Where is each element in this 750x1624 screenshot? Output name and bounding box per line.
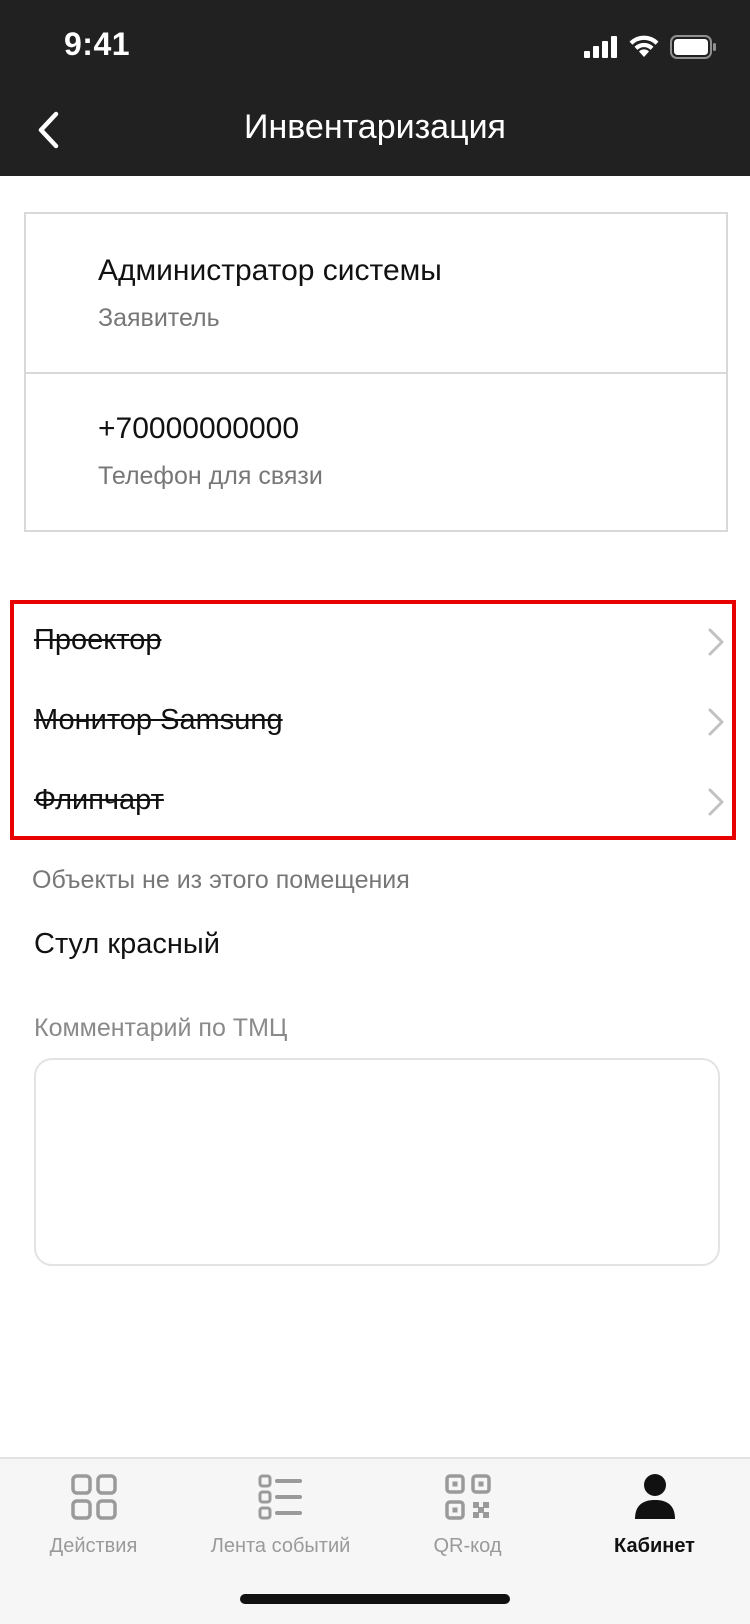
- applicant-label: Заявитель: [98, 304, 220, 332]
- room-item-projector[interactable]: Проектор: [34, 612, 728, 672]
- tab-actions[interactable]: Действия: [0, 1473, 187, 1573]
- room-item-monitor[interactable]: Монитор Samsung: [34, 692, 728, 752]
- cellular-signal-icon: [584, 36, 617, 58]
- applicant-name: Администратор системы: [98, 254, 442, 287]
- home-indicator: [240, 1594, 510, 1604]
- request-info-card: Администратор системы Заявитель +7000000…: [24, 212, 728, 532]
- tab-label: Лента событий: [210, 1535, 351, 1557]
- list-item-label: Флипчарт: [34, 784, 164, 816]
- phone-label: Телефон для связи: [98, 462, 323, 490]
- status-time: 9:41: [64, 26, 131, 62]
- outside-item[interactable]: Стул красный: [34, 928, 220, 961]
- battery-icon: [670, 35, 716, 59]
- status-icons: [584, 32, 716, 62]
- tab-label: Действия: [49, 1535, 138, 1557]
- chevron-right-icon: [708, 628, 724, 656]
- list-item-label: Проектор: [34, 624, 162, 656]
- phone-value: +70000000000: [98, 412, 300, 445]
- top-bar: 9:41 Инвентаризация: [0, 0, 750, 176]
- room-item-flipchart[interactable]: Флипчарт: [34, 772, 728, 832]
- wifi-icon: [629, 35, 659, 57]
- tab-qr-code[interactable]: QR-код: [374, 1473, 561, 1573]
- tab-cabinet[interactable]: Кабинет: [561, 1473, 748, 1573]
- chevron-right-icon: [708, 708, 724, 736]
- user-icon: [634, 1474, 675, 1519]
- applicant-row: Администратор системы Заявитель: [26, 214, 726, 374]
- list-icon: [258, 1474, 302, 1520]
- comment-field[interactable]: [34, 1058, 720, 1266]
- tab-label: Кабинет: [614, 1535, 695, 1557]
- comment-label: Комментарий по ТМЦ: [34, 1014, 288, 1042]
- tab-event-feed[interactable]: Лента событий: [187, 1473, 374, 1573]
- outside-objects-caption: Объекты не из этого помещения: [32, 866, 410, 894]
- grid-icon: [70, 1474, 117, 1520]
- page-title: Инвентаризация: [244, 108, 506, 146]
- qr-code-icon: [444, 1474, 491, 1520]
- list-item-label: Монитор Samsung: [34, 704, 283, 736]
- tab-label: QR-код: [433, 1535, 502, 1557]
- chevron-right-icon: [708, 788, 724, 816]
- phone-row: +70000000000 Телефон для связи: [26, 372, 726, 530]
